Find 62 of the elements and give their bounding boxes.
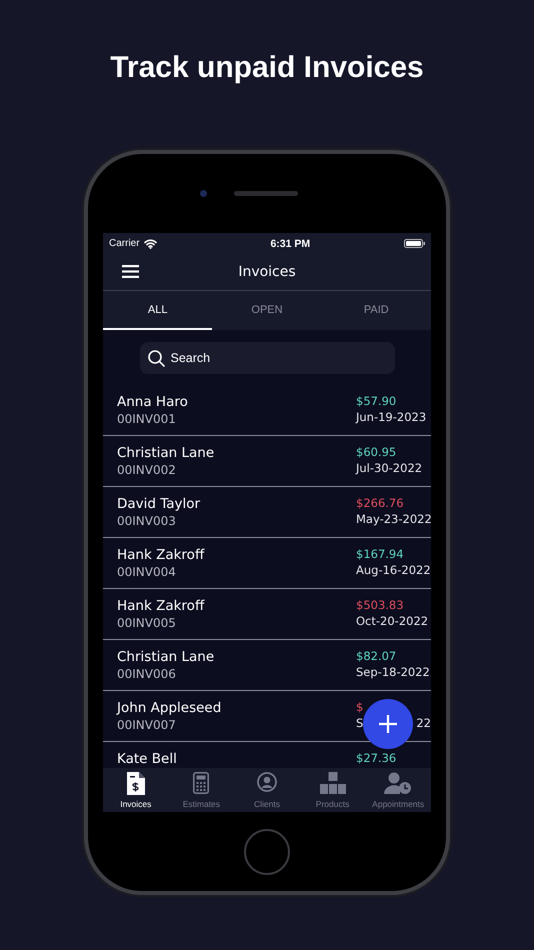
battery-icon (404, 239, 425, 248)
client-name: Christian Lane (117, 649, 214, 665)
invoice-amount: $82.07 (356, 649, 398, 663)
user-clock-icon (384, 772, 412, 794)
client-name: Hank Zakroff (117, 547, 204, 563)
client-name: Christian Lane (117, 445, 214, 461)
invoice-amount: $60.95 (356, 445, 398, 459)
client-name: Hank Zakroff (117, 598, 204, 614)
invoice-number: 00INV001 (117, 412, 177, 426)
status-time: 6:31 PM (270, 238, 310, 250)
boxes-icon (320, 772, 346, 794)
filter-tab[interactable]: PAID (322, 291, 431, 330)
camera-dot (200, 190, 207, 197)
bottom-tab[interactable]: Appointments (365, 768, 431, 812)
invoice-number: 00INV002 (117, 463, 177, 477)
bottom-tab[interactable]: Clients (234, 768, 300, 812)
invoice-date: May-23-2022 (356, 512, 431, 526)
wifi-icon (144, 238, 157, 248)
bottom-tab[interactable]: Invoices (103, 768, 169, 812)
invoice-date: Jul-30-2022 (356, 461, 422, 475)
invoice-date: Oct-20-2022 (356, 614, 428, 628)
invoice-row[interactable]: Christian Lane 00INV006 $82.07 Sep-18-2022 (103, 640, 431, 691)
invoice-row[interactable]: Hank Zakroff 00INV005 $503.83 Oct-20-2022 (103, 589, 431, 640)
invoice-amount: $ (356, 700, 364, 714)
invoice-amount: $266.76 (356, 496, 405, 510)
bottom-tab[interactable]: Products (300, 768, 366, 812)
invoice-date: S (356, 716, 364, 730)
speaker-slot (234, 191, 298, 196)
nav-title: Invoices (238, 264, 296, 280)
invoice-number: 00INV003 (117, 514, 177, 528)
invoice-number: 00INV007 (117, 718, 177, 732)
invoice-amount: $503.83 (356, 598, 405, 612)
headline: Track unpaid Invoices (110, 50, 424, 86)
client-name: Kate Bell (117, 751, 177, 767)
calculator-icon (193, 772, 210, 794)
invoice-number: 00INV006 (117, 667, 177, 681)
search-field[interactable]: Search (140, 342, 394, 374)
client-name: David Taylor (117, 496, 200, 512)
invoice-number: 00INV005 (117, 616, 177, 630)
invoice-row[interactable]: Christian Lane 00INV002 $60.95 Jul-30-2022 (103, 436, 431, 487)
add-button[interactable] (363, 699, 413, 749)
invoice-amount: $27.36 (356, 751, 398, 765)
invoice-date: Jun-19-2023 (356, 410, 426, 424)
invoice-row[interactable]: Hank Zakroff 00INV004 $167.94 Aug-16-2022 (103, 538, 431, 589)
invoice-date: 22 (416, 716, 431, 730)
invoice-date: Sep-18-2022 (356, 665, 430, 679)
invoice-row[interactable]: Anna Haro 00INV001 $57.90 Jun-19-2023 (103, 385, 431, 436)
user-circle-icon (256, 772, 277, 792)
invoice-date: Aug-16-2022 (356, 563, 431, 577)
filter-tab[interactable]: ALL (103, 291, 212, 330)
invoice-amount: $167.94 (356, 547, 405, 561)
invoice-amount: $57.90 (356, 394, 398, 408)
client-name: John Appleseed (117, 700, 222, 716)
plus-icon (379, 715, 397, 733)
filter-tab[interactable]: OPEN (212, 291, 322, 330)
client-name: Anna Haro (117, 394, 188, 410)
invoice-row[interactable]: David Taylor 00INV003 $266.76 May-23-2022 (103, 487, 431, 538)
menu-icon[interactable] (122, 265, 139, 278)
carrier-label: Carrier (109, 238, 140, 249)
dollar-document-icon (126, 772, 145, 795)
invoice-number: 00INV004 (117, 565, 177, 579)
bottom-tab[interactable]: Estimates (168, 768, 234, 812)
